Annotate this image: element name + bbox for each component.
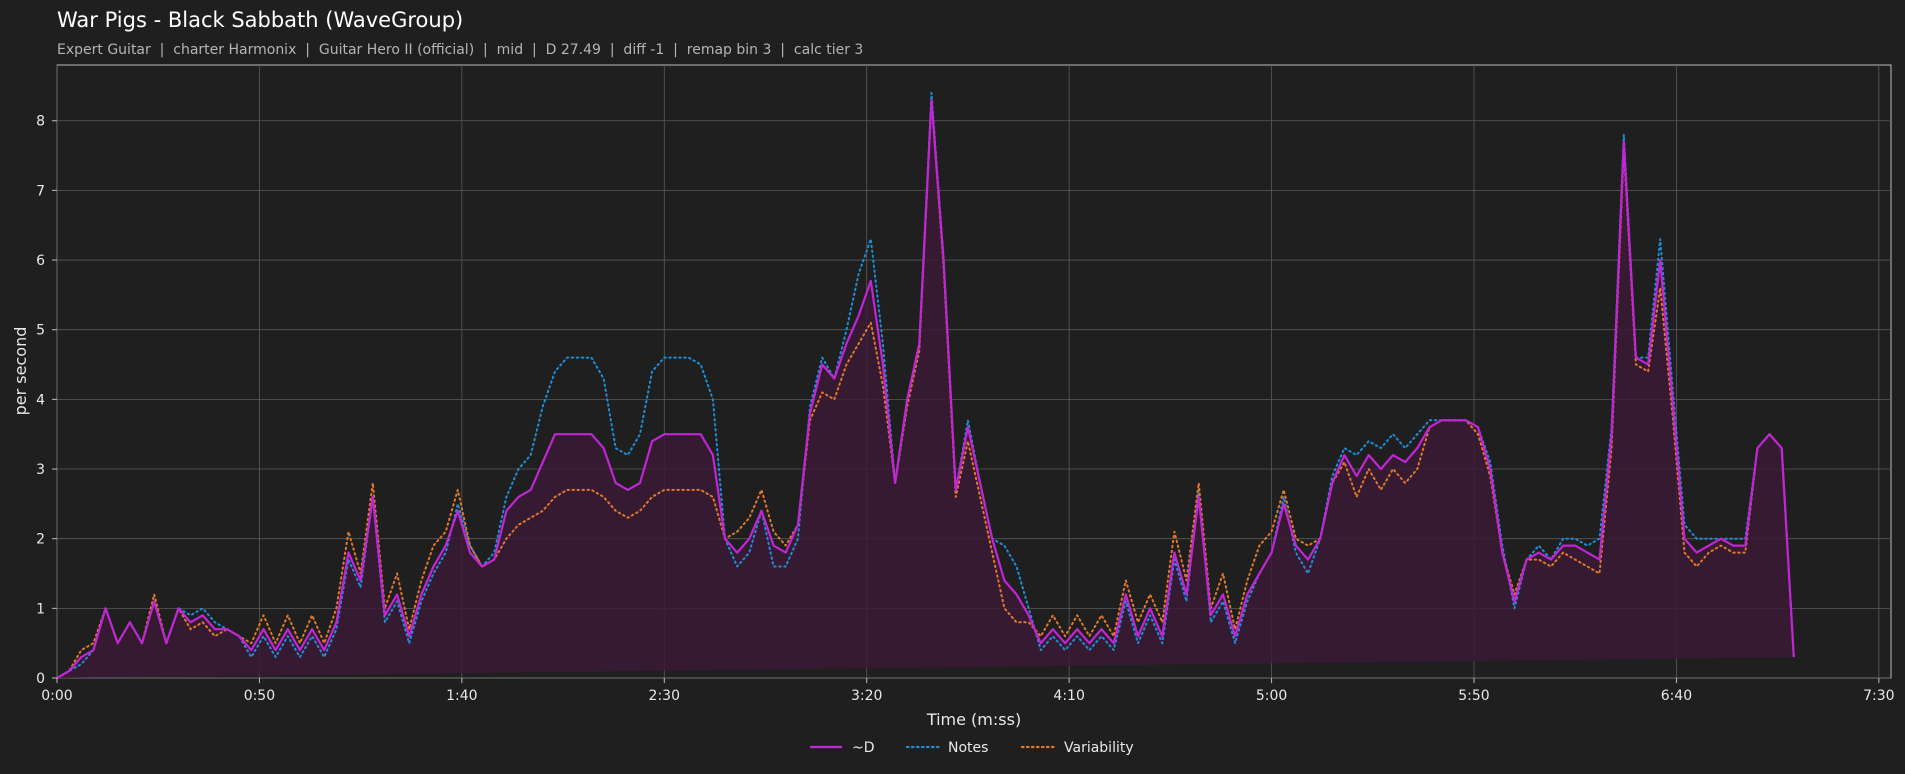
y-tick-label: 0 [36, 671, 45, 687]
x-tick-label: 0:50 [244, 688, 275, 704]
legend-label: ~D [852, 740, 875, 756]
y-tick-label: 4 [36, 392, 45, 408]
y-tick-label: 3 [36, 462, 45, 478]
y-tick-label: 5 [36, 323, 45, 339]
y-axis-label: per second [11, 327, 30, 416]
y-tick-label: 1 [36, 601, 45, 617]
y-axis-ticks: 0 1 2 3 4 5 6 7 8 [36, 114, 57, 687]
x-tick-label: 0:00 [41, 688, 72, 704]
legend-label: Variability [1064, 740, 1134, 756]
x-axis-ticks: 0:00 0:50 1:40 2:30 3:20 4:10 5:00 5:50 6:40 7:30 [41, 678, 1895, 704]
legend-label: Notes [948, 740, 988, 756]
chart-subtitle: Expert Guitar | charter Harmonix | Guita… [57, 42, 863, 58]
x-tick-label: 3:20 [851, 688, 882, 704]
y-tick-label: 7 [36, 183, 45, 199]
y-tick-label: 2 [36, 532, 45, 548]
x-tick-label: 4:10 [1053, 688, 1084, 704]
x-tick-label: 5:50 [1458, 688, 1489, 704]
legend: ~D Notes Variability [810, 740, 1134, 756]
x-tick-label: 6:40 [1661, 688, 1692, 704]
chart-title: War Pigs - Black Sabbath (WaveGroup) [57, 8, 463, 32]
x-tick-label: 7:30 [1863, 688, 1894, 704]
chart: War Pigs - Black Sabbath (WaveGroup) Exp… [11, 8, 1895, 756]
x-tick-label: 2:30 [649, 688, 680, 704]
y-tick-label: 6 [36, 253, 45, 269]
y-tick-label: 8 [36, 114, 45, 130]
x-axis-label: Time (m:ss) [926, 710, 1021, 729]
x-tick-label: 5:00 [1256, 688, 1287, 704]
x-tick-label: 1:40 [446, 688, 477, 704]
